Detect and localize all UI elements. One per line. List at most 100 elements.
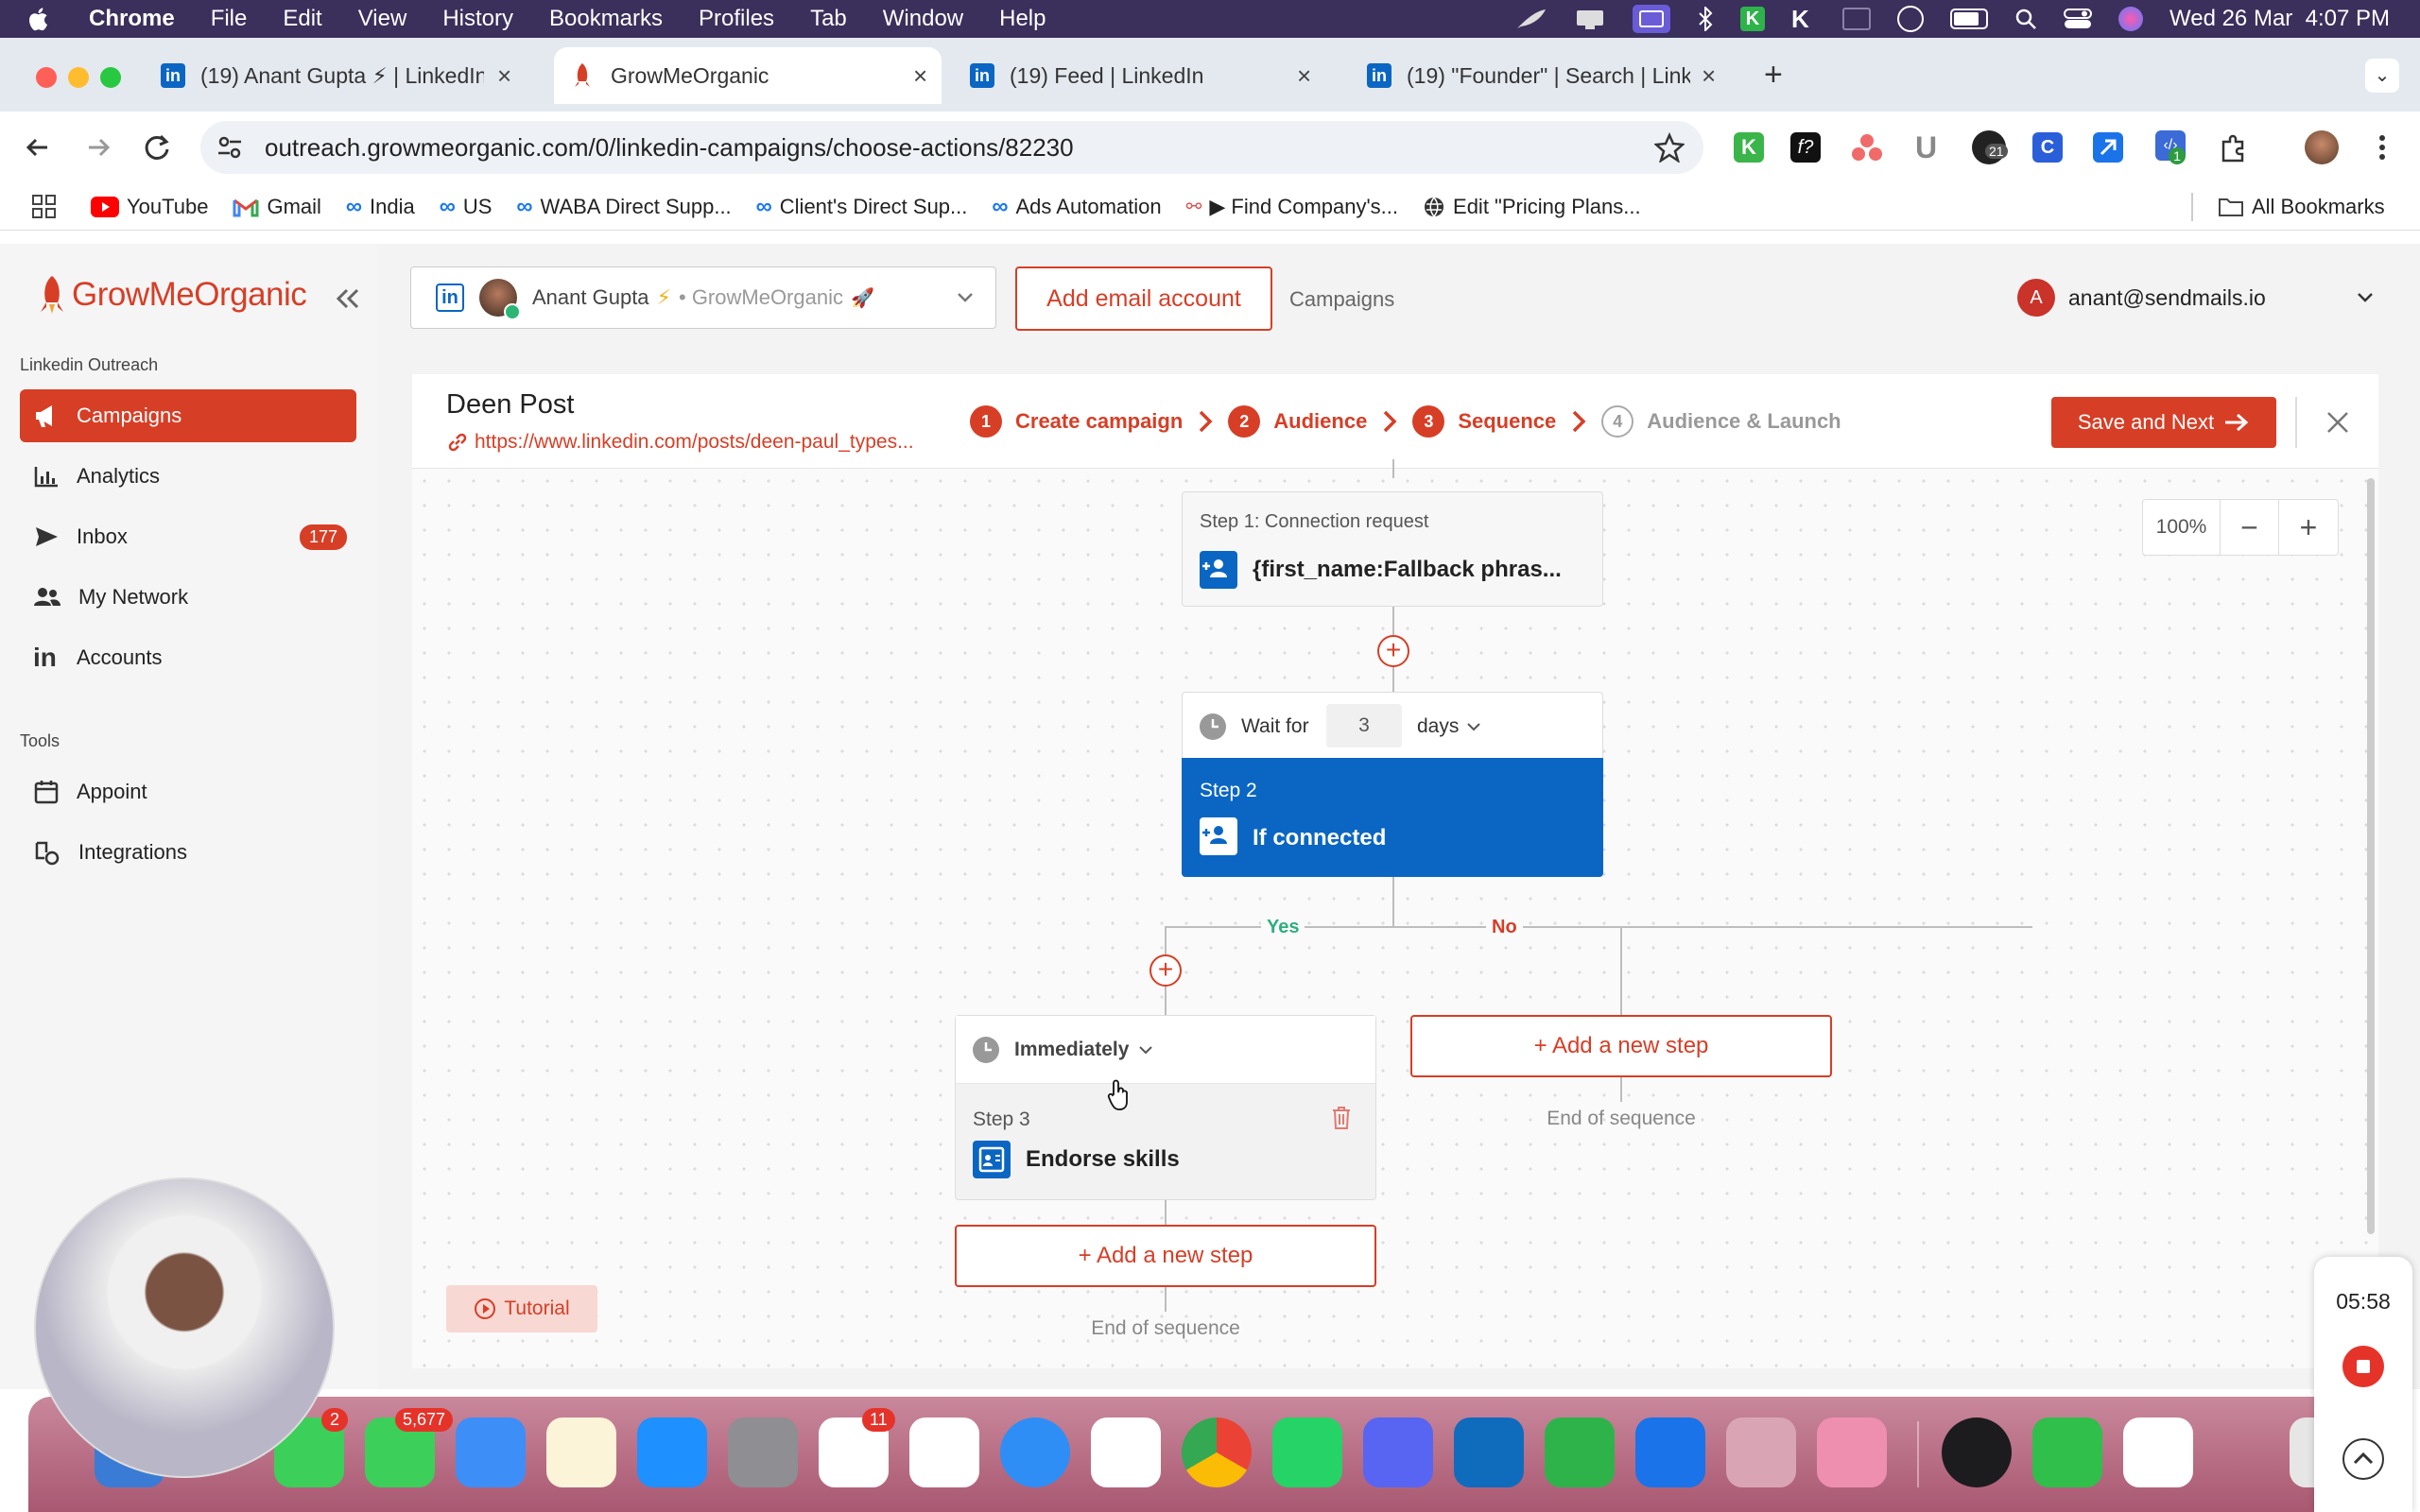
dock-screen-capture-icon[interactable] <box>1942 1418 2012 1487</box>
dock-mail-icon[interactable] <box>456 1418 526 1487</box>
chrome-menu-icon[interactable] <box>2375 130 2390 164</box>
add-email-account-button[interactable]: Add email account <box>1015 266 1272 331</box>
zoom-out-button[interactable]: − <box>2221 499 2279 556</box>
tab-close-icon[interactable]: × <box>913 61 927 91</box>
menu-history[interactable]: History <box>442 6 513 32</box>
tab-close-icon[interactable]: × <box>497 61 511 91</box>
dock-whatsapp-icon[interactable] <box>1272 1418 1342 1487</box>
bluetooth-icon[interactable] <box>1697 7 1714 31</box>
forward-button[interactable] <box>79 129 117 166</box>
dock-reminders-icon[interactable]: 11 <box>819 1408 895 1487</box>
extension-arrow-icon[interactable] <box>2093 132 2123 163</box>
campaigns-link[interactable]: Campaigns <box>1289 287 1394 312</box>
all-bookmarks-button[interactable]: All Bookmarks <box>2218 195 2385 219</box>
bookmark-find-company[interactable]: ⚯ ▶ Find Company's... <box>1186 195 1398 219</box>
k-green-app-icon[interactable]: K <box>1740 7 1765 31</box>
sidebar-item-appoint[interactable]: Appoint <box>20 765 356 818</box>
trash-icon[interactable] <box>1330 1105 1353 1131</box>
site-info-icon[interactable] <box>216 133 244 162</box>
control-center-icon[interactable] <box>2064 8 2092 30</box>
sidebar-item-integrations[interactable]: Integrations <box>20 826 356 879</box>
sidebar-item-campaigns[interactable]: Campaigns <box>20 389 356 442</box>
stop-recording-button[interactable] <box>2342 1346 2384 1387</box>
maximize-window-button[interactable] <box>100 67 121 88</box>
minimize-window-button[interactable] <box>68 67 89 88</box>
sidebar-item-inbox[interactable]: Inbox 177 <box>20 510 356 563</box>
bookmark-youtube[interactable]: YouTube <box>91 195 208 219</box>
extensions-puzzle-icon[interactable] <box>2218 132 2250 164</box>
bookmark-star-icon[interactable] <box>1654 132 1685 163</box>
airdrop-icon[interactable] <box>1897 6 1924 32</box>
extension-code-icon[interactable]: ‹/› 1 <box>2155 130 2186 164</box>
dock-system-settings-icon[interactable] <box>728 1418 798 1487</box>
dock-slack-icon[interactable] <box>1091 1418 1161 1487</box>
user-menu[interactable]: A anant@sendmails.io <box>2017 276 2382 319</box>
menu-tab[interactable]: Tab <box>810 6 847 32</box>
step-3-card[interactable]: Immediately Step 3 Endorse skills <box>955 1015 1376 1200</box>
save-and-next-button[interactable]: Save and Next <box>2051 397 2276 448</box>
chevron-up-icon[interactable] <box>2342 1438 2384 1480</box>
dock-k-app-icon[interactable] <box>1545 1418 1615 1487</box>
extension-asana-icon[interactable] <box>1851 132 1883 163</box>
bookmark-edit-pricing[interactable]: Edit "Pricing Plans... <box>1423 195 1641 219</box>
sidebar-item-accounts[interactable]: in Accounts <box>20 631 356 684</box>
step-1-card[interactable]: Step 1: Connection request {first_name:F… <box>1182 491 1603 607</box>
menu-profiles[interactable]: Profiles <box>699 6 774 32</box>
sidebar-item-my-network[interactable]: My Network <box>20 571 356 624</box>
stepper-step-1[interactable]: 1 Create campaign <box>970 405 1183 438</box>
dock-discord-icon[interactable] <box>1363 1418 1433 1487</box>
new-tab-button[interactable]: + <box>1764 57 1783 94</box>
sidebar-item-analytics[interactable]: Analytics <box>20 450 356 503</box>
stepper-step-3[interactable]: 3 Sequence <box>1412 405 1556 438</box>
menu-window[interactable]: Window <box>883 6 963 32</box>
k-app-icon[interactable]: K <box>1791 7 1816 31</box>
dock-phone-mirror-icon[interactable] <box>1726 1418 1796 1487</box>
display-icon[interactable] <box>1633 5 1670 33</box>
add-step-plus-button[interactable]: + <box>1377 635 1409 667</box>
dock-chrome-icon[interactable] <box>1182 1418 1252 1487</box>
browser-tab[interactable]: in (19) "Founder" | Search | LinkedIn × <box>1367 47 1730 104</box>
bookmark-ads-automation[interactable]: ∞ Ads Automation <box>992 194 1161 220</box>
menu-help[interactable]: Help <box>999 6 1046 32</box>
bookmark-clients-direct[interactable]: ∞ Client's Direct Sup... <box>756 194 968 220</box>
feather-icon[interactable] <box>1513 8 1547 30</box>
dock-chatgpt-icon[interactable] <box>909 1418 979 1487</box>
extension-k-icon[interactable]: K <box>1734 132 1764 163</box>
add-new-step-button[interactable]: + Add a new step <box>1410 1015 1832 1077</box>
wait-unit-select[interactable]: days <box>1417 715 1481 738</box>
battery-icon[interactable] <box>1950 9 1988 29</box>
linkedin-account-selector[interactable]: in Anant Gupta ⚡ • GrowMeOrganic 🚀 <box>410 266 996 329</box>
extension-u-icon[interactable]: U <box>1915 130 1937 165</box>
address-bar[interactable]: outreach.growmeorganic.com/0/linkedin-ca… <box>200 121 1703 174</box>
canvas-scrollbar[interactable] <box>2367 478 2375 1234</box>
menu-app-name[interactable]: Chrome <box>89 6 175 32</box>
extension-c-icon[interactable]: C <box>2032 132 2063 163</box>
spotlight-search-icon[interactable] <box>2014 8 2037 30</box>
url-text[interactable]: outreach.growmeorganic.com/0/linkedin-ca… <box>265 133 1074 163</box>
timing-select[interactable]: Immediately <box>1014 1039 1153 1061</box>
tutorial-button[interactable]: Tutorial <box>446 1285 597 1332</box>
dock-s-app-icon[interactable] <box>2123 1418 2193 1487</box>
dock-notes-icon[interactable] <box>546 1418 616 1487</box>
tab-close-icon[interactable]: × <box>1297 61 1311 91</box>
dock-outlook-icon[interactable] <box>1454 1418 1524 1487</box>
bookmark-us[interactable]: ∞ US <box>440 194 493 220</box>
campaign-post-link[interactable]: https://www.linkedin.com/posts/deen-paul… <box>446 431 914 454</box>
dock-screen-share-icon[interactable] <box>2032 1418 2102 1487</box>
tab-search-button[interactable]: ⌄ <box>2365 59 2399 93</box>
add-step-plus-button[interactable]: + <box>1150 954 1182 987</box>
collapse-sidebar-icon[interactable] <box>335 287 361 310</box>
bookmark-gmail[interactable]: Gmail <box>233 195 321 219</box>
siri-icon[interactable] <box>2118 7 2143 31</box>
tab-close-icon[interactable]: × <box>1702 61 1716 91</box>
sequence-canvas[interactable]: 100% − + Step 1: Connection request {fir… <box>412 459 2378 1368</box>
stepper-step-2[interactable]: 2 Audience <box>1228 405 1367 438</box>
apps-grid-icon[interactable] <box>32 194 57 219</box>
close-window-button[interactable] <box>36 67 57 88</box>
menubar-datetime[interactable]: Wed 26 Mar 4:07 PM <box>2169 6 2390 32</box>
close-icon[interactable] <box>2324 408 2352 437</box>
apple-menu-icon[interactable] <box>28 6 51 32</box>
menu-file[interactable]: File <box>211 6 248 32</box>
dock-presentation-icon[interactable] <box>1817 1418 1887 1487</box>
menu-edit[interactable]: Edit <box>283 6 321 32</box>
